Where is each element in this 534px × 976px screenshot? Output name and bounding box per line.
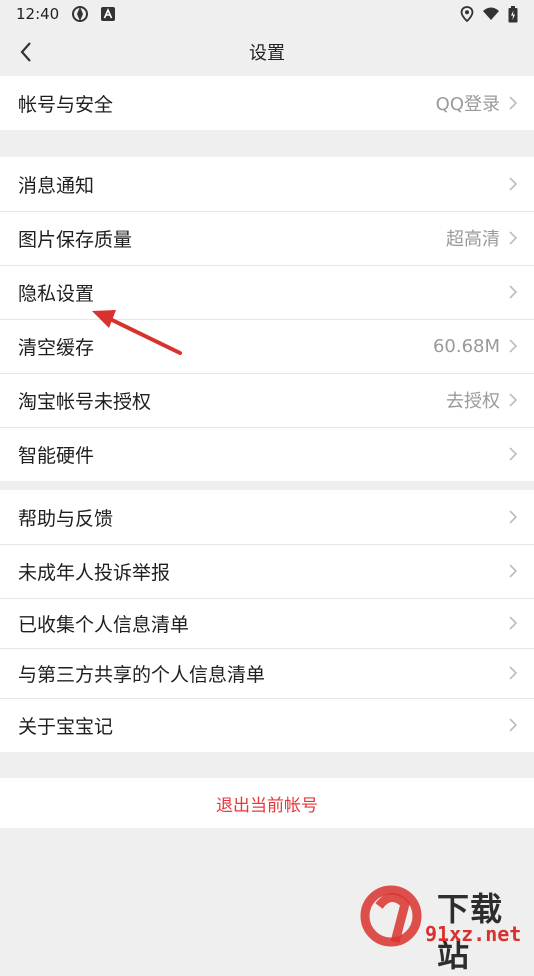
chevron-right-icon [508, 230, 518, 246]
settings-row-clear-cache[interactable]: 清空缓存 60.68M [0, 319, 534, 373]
chevron-right-icon [508, 446, 518, 462]
chevron-right-icon [508, 176, 518, 192]
chevron-right-icon [508, 563, 518, 579]
logout-button[interactable]: 退出当前帐号 [0, 778, 534, 828]
battery-icon [508, 5, 518, 23]
chevron-right-icon [508, 338, 518, 354]
settings-row-minor-report[interactable]: 未成年人投诉举报 [0, 544, 534, 598]
settings-sync-icon [71, 5, 89, 23]
row-label: 淘宝帐号未授权 [18, 390, 152, 413]
chevron-right-icon [508, 95, 518, 111]
settings-row-image-quality[interactable]: 图片保存质量 超高清 [0, 211, 534, 265]
status-bar: 12:40 [0, 0, 534, 28]
row-value: QQ登录 [435, 94, 500, 115]
chevron-right-icon [508, 509, 518, 525]
row-label: 隐私设置 [18, 282, 95, 305]
page-title: 设置 [249, 43, 285, 64]
settings-row-about[interactable]: 关于宝宝记 [0, 698, 534, 752]
watermark-logo: 下载站 91xz.net [359, 878, 534, 974]
row-label: 消息通知 [18, 174, 95, 197]
chevron-right-icon [508, 717, 518, 733]
row-label: 与第三方共享的个人信息清单 [18, 663, 266, 686]
settings-row-account-security[interactable]: 帐号与安全 QQ登录 [0, 76, 534, 130]
row-label: 清空缓存 [18, 336, 95, 359]
settings-row-taobao-auth[interactable]: 淘宝帐号未授权 去授权 [0, 373, 534, 427]
settings-row-privacy[interactable]: 隐私设置 [0, 265, 534, 319]
row-value: 超高清 [446, 229, 500, 250]
wifi-icon [482, 7, 500, 21]
row-label: 帐号与安全 [18, 93, 114, 116]
chevron-right-icon [508, 392, 518, 408]
chevron-left-icon [20, 42, 31, 62]
row-label: 已收集个人信息清单 [18, 613, 190, 636]
row-label: 图片保存质量 [18, 228, 133, 251]
row-label: 关于宝宝记 [18, 715, 114, 738]
row-value: 60.68M [432, 335, 500, 357]
settings-group-about: 帮助与反馈 未成年人投诉举报 已收集个人信息清单 与第三方共享的个人信息清单 关… [0, 490, 534, 752]
watermark-emblem-icon [360, 885, 422, 947]
logout-label: 退出当前帐号 [216, 795, 318, 816]
watermark-url: 91xz.net [425, 922, 522, 946]
row-label: 智能硬件 [18, 444, 95, 467]
row-label: 帮助与反馈 [18, 507, 114, 530]
settings-row-help-feedback[interactable]: 帮助与反馈 [0, 490, 534, 544]
settings-row-shared-info[interactable]: 与第三方共享的个人信息清单 [0, 648, 534, 698]
back-button[interactable] [10, 36, 42, 68]
chevron-right-icon [508, 615, 518, 631]
settings-group-general: 消息通知 图片保存质量 超高清 隐私设置 清空缓存 60.68M 淘宝帐号未授权… [0, 157, 534, 481]
status-time: 12:40 [16, 5, 60, 23]
settings-group-account: 帐号与安全 QQ登录 [0, 76, 534, 130]
chevron-right-icon [508, 284, 518, 300]
row-label: 未成年人投诉举报 [18, 561, 171, 584]
row-value: 去授权 [446, 391, 500, 412]
location-icon [460, 6, 474, 22]
settings-row-smart-hardware[interactable]: 智能硬件 [0, 427, 534, 481]
nav-bar: 设置 [0, 28, 534, 76]
a-badge-icon [101, 7, 116, 21]
settings-row-notifications[interactable]: 消息通知 [0, 157, 534, 211]
settings-row-collected-info[interactable]: 已收集个人信息清单 [0, 598, 534, 648]
chevron-right-icon [508, 665, 518, 681]
